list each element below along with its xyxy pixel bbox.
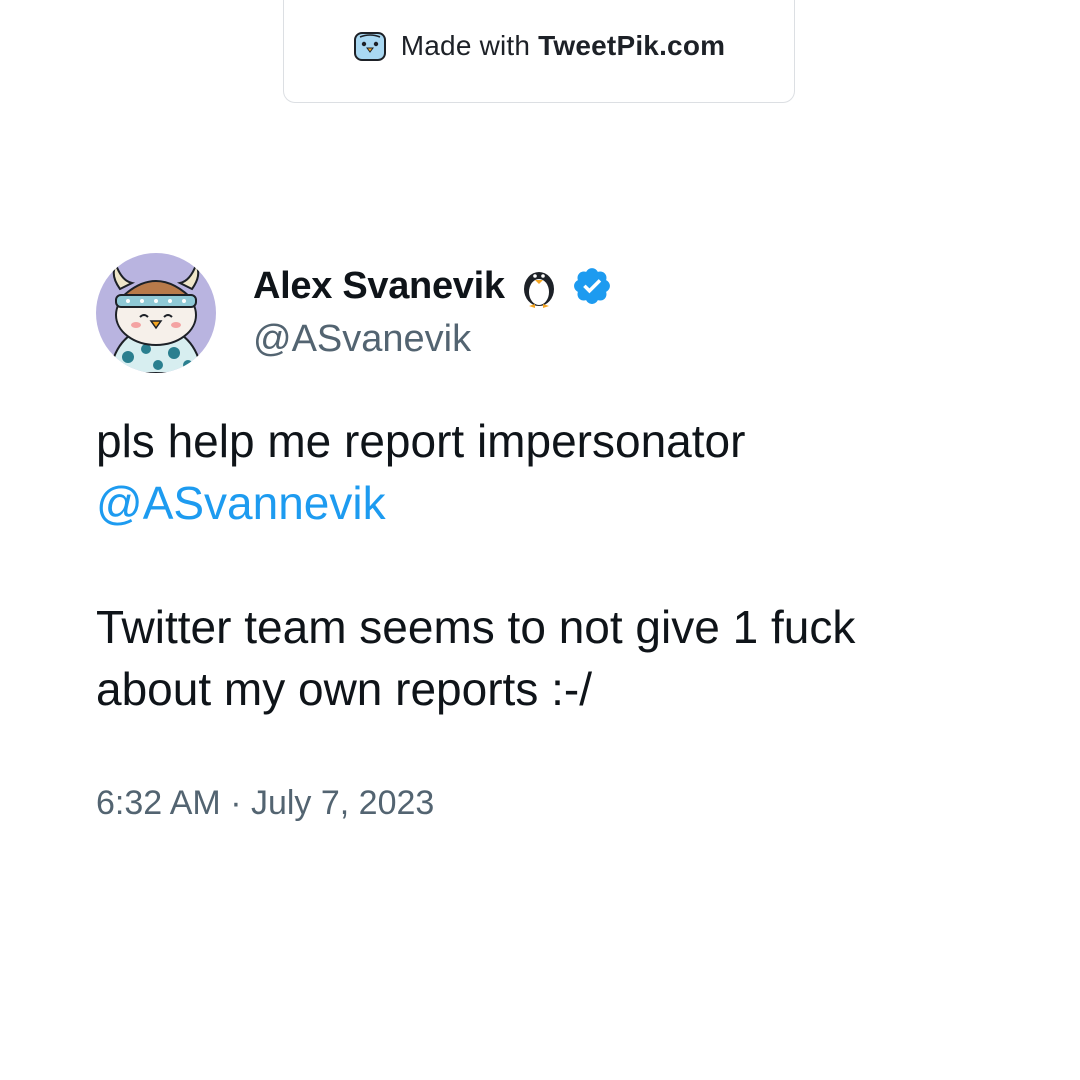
paragraph-break (96, 534, 996, 596)
bird-mascot-icon (353, 32, 386, 61)
tweet-line: pls help me report impersonator (96, 415, 746, 467)
tweetpik-watermark[interactable]: Made with TweetPik.com (283, 0, 795, 103)
tweet-line: Twitter team seems to not give 1 fuck (96, 601, 856, 653)
author-name-row: Alex Svanevik (253, 262, 613, 310)
watermark-text: Made with TweetPik.com (401, 30, 725, 62)
watermark-brand: TweetPik.com (538, 30, 726, 61)
tweet-line: about my own reports :-/ (96, 663, 592, 715)
tweet-timestamp[interactable]: 6:32 AM · July 7, 2023 (96, 784, 434, 823)
penguin-icon (523, 272, 554, 308)
mention-link[interactable]: @ASvannevik (96, 472, 996, 534)
author-handle[interactable]: @ASvanevik (253, 318, 471, 361)
tweet-body: pls help me report impersonator @ASvanne… (96, 410, 996, 720)
display-name[interactable]: Alex Svanevik (253, 265, 505, 308)
avatar[interactable] (96, 253, 216, 373)
watermark-prefix: Made with (400, 30, 539, 61)
penguin-viking-avatar (96, 253, 216, 373)
verified-icon[interactable] (571, 265, 613, 307)
